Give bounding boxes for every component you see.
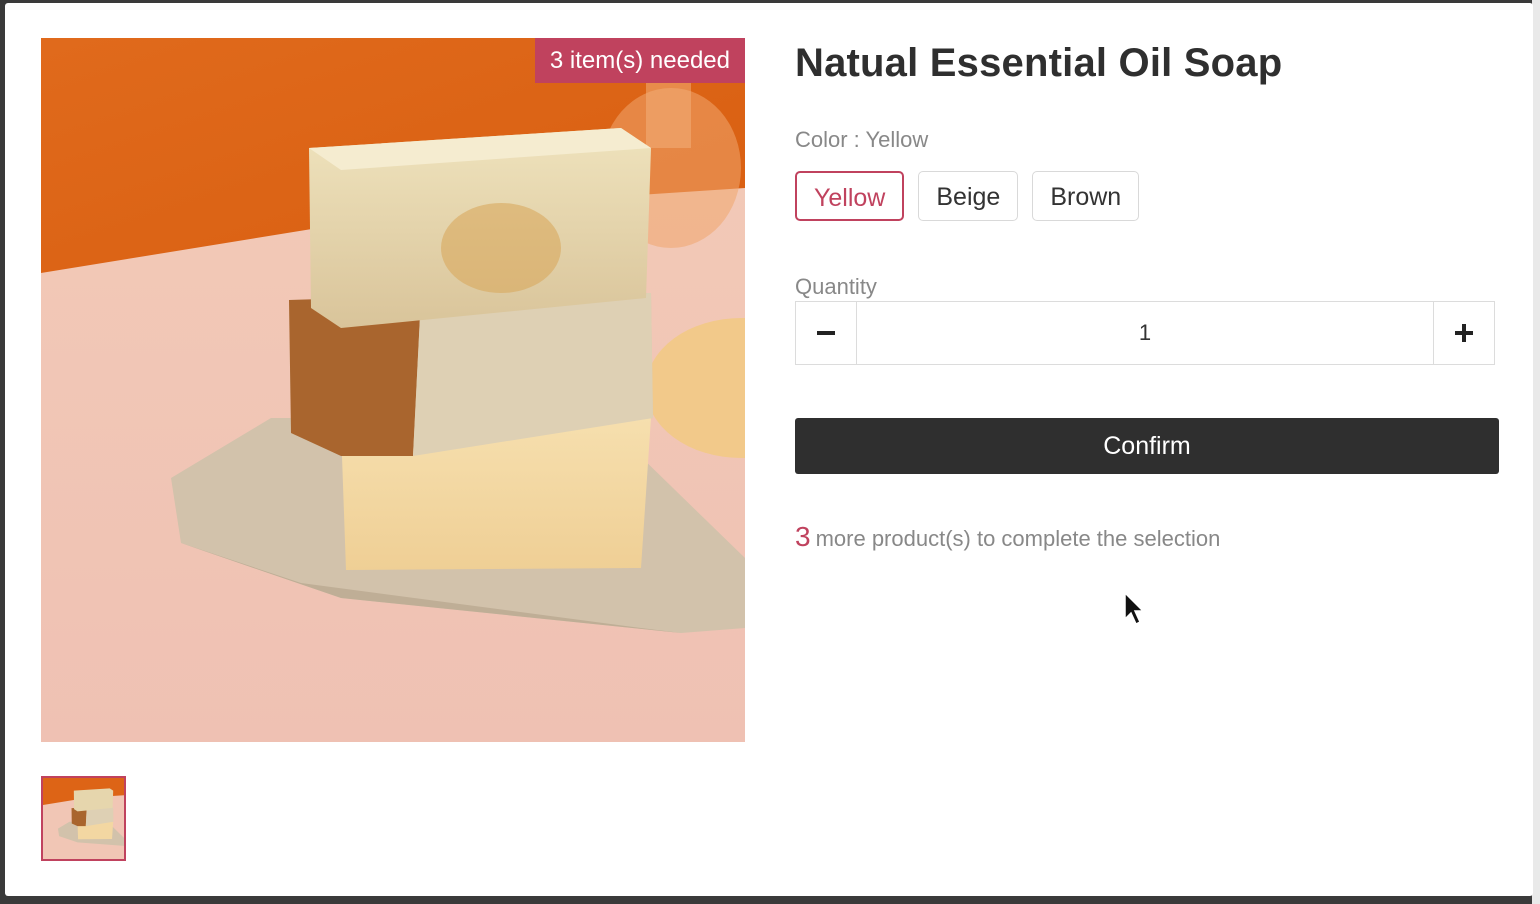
items-needed-badge: 3 item(s) needed: [534, 38, 745, 83]
product-option-modal: 3 item(s) needed Natual Essential Oil So…: [5, 3, 1533, 896]
quantity-decrease-button[interactable]: [796, 302, 857, 364]
color-option-brown[interactable]: Brown: [1032, 171, 1140, 221]
product-thumbnail[interactable]: [41, 776, 126, 861]
color-label: Color : Yellow: [795, 127, 929, 152]
quantity-label: Quantity: [795, 274, 877, 299]
product-main-image: 3 item(s) needed: [41, 38, 745, 742]
remaining-text: more product(s) to complete the selectio…: [815, 526, 1221, 551]
quantity-increase-button[interactable]: [1433, 302, 1494, 364]
minus-icon: [817, 331, 835, 335]
quantity-input[interactable]: [857, 302, 1433, 364]
selection-remaining-message: 3 more product(s) to complete the selecti…: [795, 521, 1220, 553]
product-title: Natual Essential Oil Soap: [795, 41, 1283, 85]
quantity-stepper: [795, 301, 1495, 365]
mouse-cursor-icon: [1124, 592, 1145, 626]
color-option-yellow[interactable]: Yellow: [795, 171, 905, 221]
soap-thumbnail-image: [43, 778, 124, 859]
confirm-button[interactable]: Confirm: [795, 418, 1499, 474]
color-options: Yellow Beige Brown: [795, 171, 1140, 221]
remaining-count: 3: [795, 521, 811, 552]
plus-icon: [1455, 324, 1473, 342]
soap-stack-image: [41, 38, 745, 742]
color-option-beige[interactable]: Beige: [918, 171, 1019, 221]
page-backdrop: [1532, 0, 1540, 904]
